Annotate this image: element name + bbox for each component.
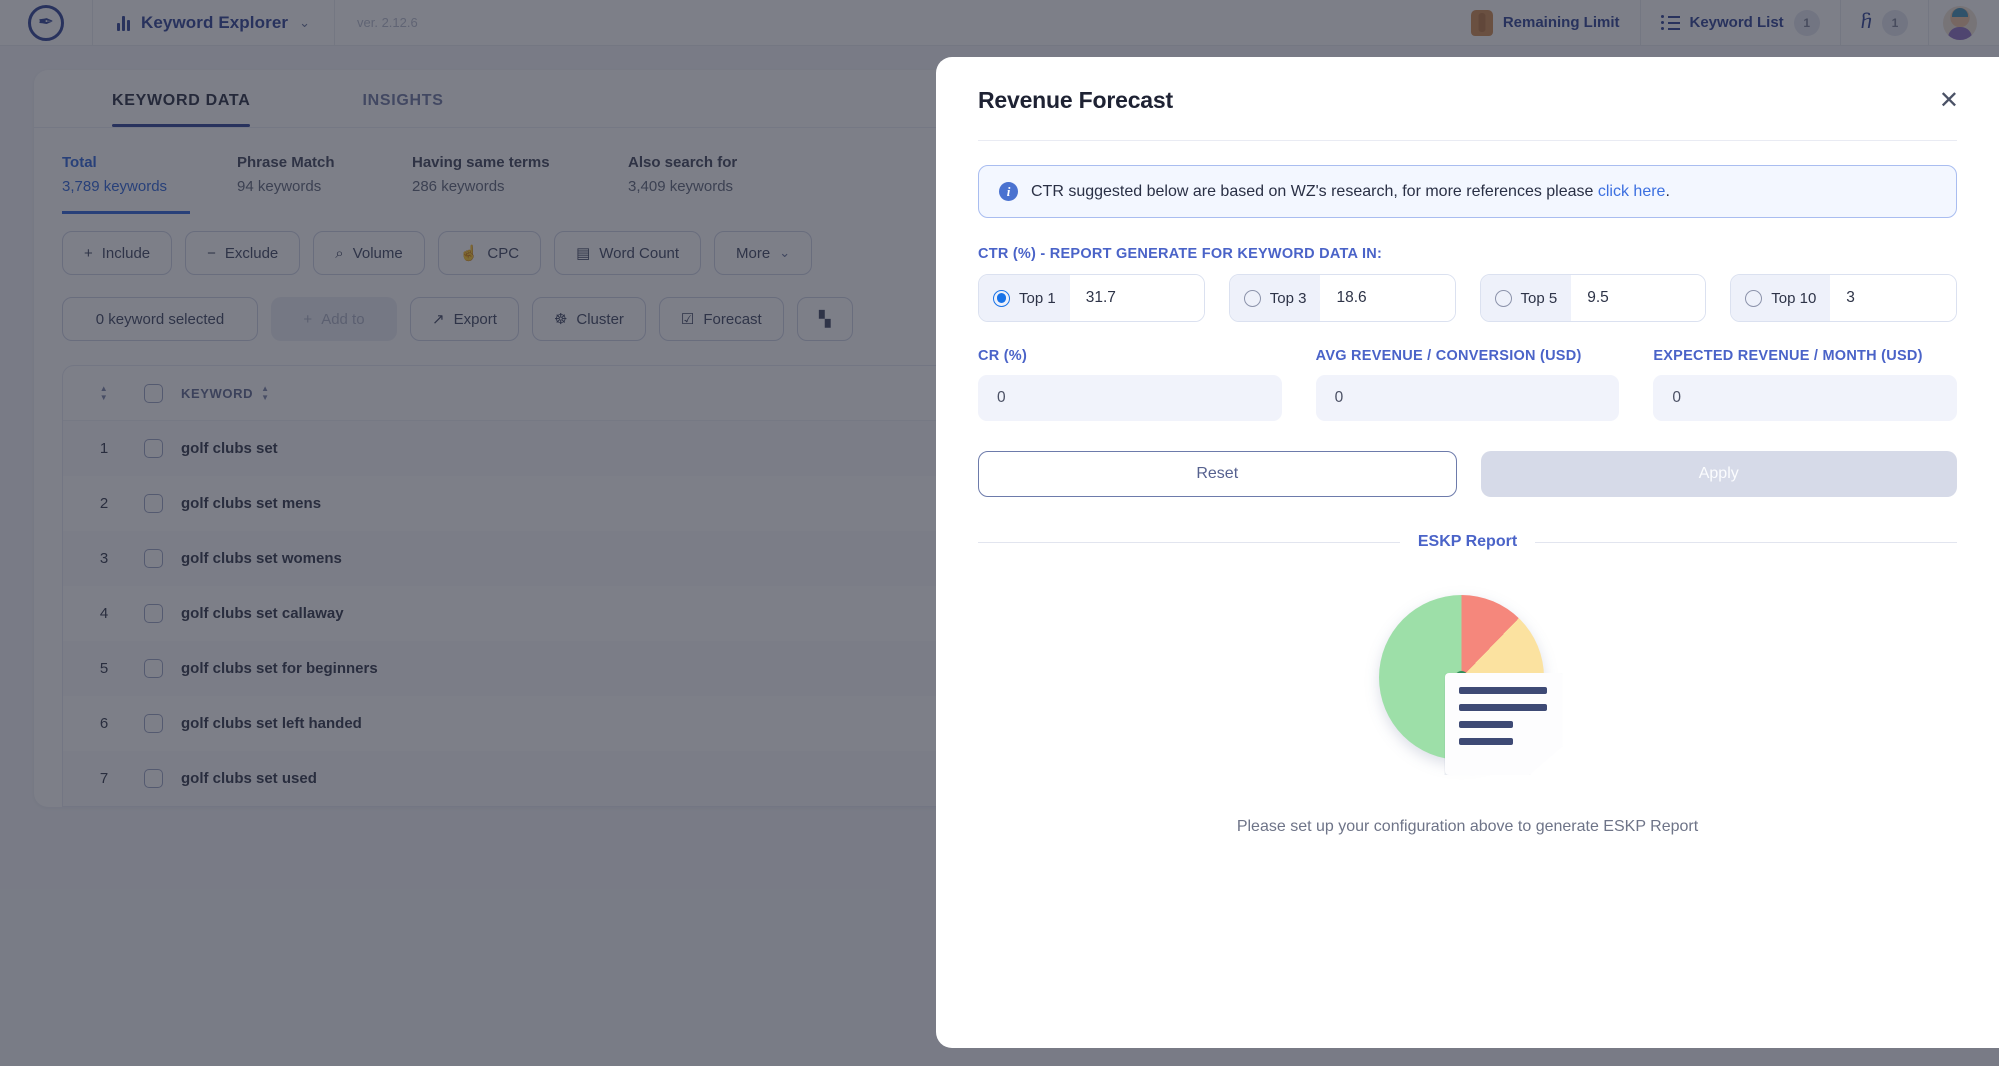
- ctr-value-input-top-10[interactable]: 3: [1830, 275, 1956, 321]
- ctr-option-top-3[interactable]: Top 3 18.6: [1228, 274, 1456, 322]
- ctr-value-input-top-3[interactable]: 18.6: [1320, 275, 1455, 321]
- dialog-header: Revenue Forecast ✕: [936, 57, 1999, 114]
- ctr-radio-wrap-top-3[interactable]: Top 3: [1229, 275, 1321, 321]
- divider-line: [978, 541, 1400, 543]
- ctr-radio-wrap-top-5[interactable]: Top 5: [1480, 275, 1572, 321]
- field-label-cr: CR (%): [978, 348, 1028, 364]
- eskp-empty-state: Please set up your configuration above t…: [978, 551, 1957, 836]
- ctr-option-label: Top 10: [1771, 289, 1817, 307]
- cr-input[interactable]: 0: [978, 375, 1282, 421]
- close-icon[interactable]: ✕: [1939, 88, 1959, 113]
- click-here-link[interactable]: click here: [1598, 183, 1666, 200]
- ctr-value-input-top-1[interactable]: 31.7: [1069, 275, 1204, 321]
- divider-line: [1535, 541, 1957, 543]
- ctr-option-top-1[interactable]: Top 1 31.7: [978, 274, 1205, 322]
- pie-chart-report-illustration: [1363, 587, 1573, 787]
- avg-revenue-input[interactable]: 0: [1315, 375, 1620, 421]
- ctr-option-label: Top 3: [1269, 289, 1307, 307]
- field-label-avg-revenue: AVG REVENUE / CONVERSION (USD): [1315, 348, 1582, 364]
- radio-top-10[interactable]: [1745, 289, 1763, 307]
- dialog-body: i CTR suggested below are based on WZ's …: [936, 141, 1999, 876]
- apply-button: Apply: [1480, 451, 1957, 497]
- ctr-option-top-5[interactable]: Top 5 9.5: [1479, 274, 1707, 322]
- ctr-info-banner: i CTR suggested below are based on WZ's …: [978, 165, 1957, 218]
- ctr-options-row: Top 1 31.7 Top 3 18.6 Top 5 9.5 Top 10 3: [978, 274, 1957, 322]
- ctr-value-input-top-5[interactable]: 9.5: [1571, 275, 1706, 321]
- info-icon: i: [999, 182, 1018, 201]
- radio-top-3[interactable]: [1243, 289, 1261, 307]
- document-icon: [1444, 673, 1563, 775]
- ctr-option-label: Top 5: [1520, 289, 1558, 307]
- ctr-section-label: CTR (%) - REPORT GENERATE FOR KEYWORD DA…: [978, 246, 1383, 262]
- notice-text: CTR suggested below are based on WZ's re…: [1031, 182, 1670, 200]
- field-label-expected-revenue: EXPECTED REVENUE / MONTH (USD): [1653, 348, 1923, 364]
- field-avg-revenue: AVG REVENUE / CONVERSION (USD) 0: [1315, 348, 1620, 421]
- ctr-option-label: Top 1: [1019, 289, 1056, 307]
- eskp-report-divider: ESKP Report: [978, 533, 1957, 551]
- ctr-option-top-10[interactable]: Top 10 3: [1730, 274, 1957, 322]
- dialog-title: Revenue Forecast: [978, 87, 1173, 113]
- ctr-radio-wrap-top-1[interactable]: Top 1: [979, 275, 1070, 321]
- expected-revenue-input[interactable]: 0: [1653, 375, 1958, 421]
- empty-state-caption: Please set up your configuration above t…: [1236, 818, 1699, 835]
- eskp-report-label: ESKP Report: [1417, 533, 1518, 550]
- revenue-forecast-dialog: Revenue Forecast ✕ i CTR suggested below…: [936, 57, 1999, 1048]
- field-expected-revenue: EXPECTED REVENUE / MONTH (USD) 0: [1653, 348, 1958, 421]
- ctr-radio-wrap-top-10[interactable]: Top 10: [1731, 275, 1831, 321]
- revenue-fields-row: CR (%) 0 AVG REVENUE / CONVERSION (USD) …: [978, 348, 1958, 421]
- dialog-buttons: Reset Apply: [978, 451, 1957, 497]
- field-cr: CR (%) 0: [978, 348, 1282, 421]
- radio-top-1[interactable]: [993, 289, 1010, 307]
- radio-top-5[interactable]: [1494, 289, 1512, 307]
- reset-button[interactable]: Reset: [978, 451, 1457, 497]
